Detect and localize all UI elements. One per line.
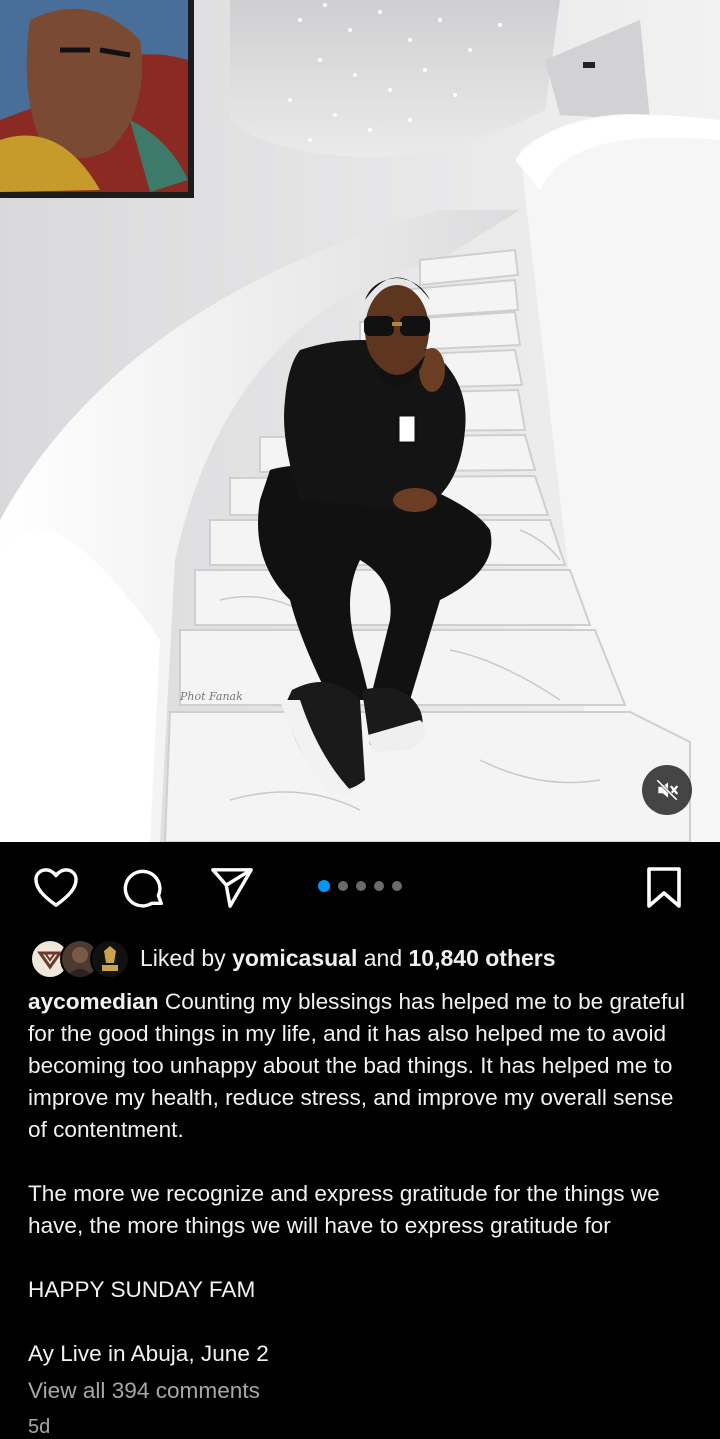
mute-toggle-button[interactable] (642, 765, 692, 815)
carousel-dot-active (318, 880, 330, 892)
liker-avatars (30, 938, 130, 979)
carousel-dot (374, 881, 384, 891)
heart-outline-icon (33, 867, 79, 914)
caption-paragraph: The more we recognize and express gratit… (28, 1181, 660, 1238)
likes-count-link[interactable]: 10,840 others (409, 945, 556, 971)
like-button[interactable] (32, 866, 80, 914)
staircase-photo: Phot Fanak (0, 0, 720, 842)
save-button[interactable] (640, 866, 688, 914)
caption-username-link[interactable]: aycomedian (28, 989, 159, 1014)
likes-summary[interactable]: Liked by yomicasual and 10,840 others (30, 937, 556, 979)
carousel-dot (356, 881, 366, 891)
paper-plane-icon (209, 866, 255, 915)
likes-text: Liked by yomicasual and 10,840 others (140, 944, 556, 971)
caption-paragraph: Ay Live in Abuja, June 2 (28, 1341, 269, 1366)
share-button[interactable] (208, 866, 256, 914)
carousel-dot (392, 881, 402, 891)
liker-username-link[interactable]: yomicasual (232, 945, 357, 971)
comment-bubble-icon (121, 865, 167, 916)
view-all-comments-link[interactable]: View all 394 comments (28, 1378, 260, 1404)
bookmark-outline-icon (645, 866, 683, 915)
post-photo[interactable]: Phot Fanak (0, 0, 720, 842)
avatar (90, 939, 130, 979)
post-action-bar (0, 842, 720, 932)
comment-button[interactable] (120, 866, 168, 914)
speaker-muted-icon (654, 777, 680, 803)
caption-paragraph: HAPPY SUNDAY FAM (28, 1277, 256, 1302)
carousel-indicator (318, 880, 402, 892)
photo-credit-signature: Phot Fanak (179, 690, 243, 703)
post-caption: aycomedian Counting my blessings has hel… (28, 986, 698, 1402)
carousel-dot (338, 881, 348, 891)
